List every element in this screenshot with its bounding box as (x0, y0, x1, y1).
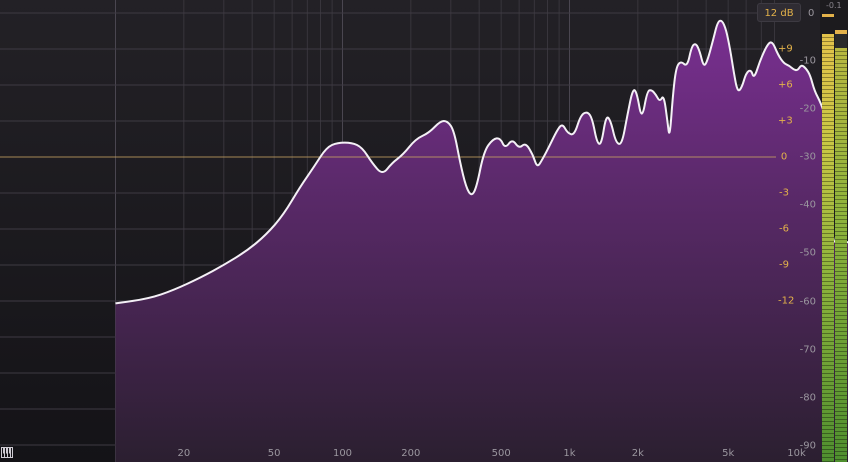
peak-hold-marker (822, 14, 834, 17)
frequency-tick-label: 1k (563, 448, 576, 459)
level-tick-label: -10 (799, 55, 816, 67)
frequency-tick-label: 20 (177, 448, 191, 459)
level-tick-label: -90 (799, 440, 816, 452)
level-tick-label: -80 (799, 392, 816, 404)
gain-tick-label: -12 (778, 295, 795, 307)
frequency-tick-label: 200 (401, 448, 421, 459)
level-tick-label: -30 (799, 151, 816, 163)
gain-tick-label: -6 (779, 223, 789, 235)
gain-tick-label: +9 (778, 43, 793, 55)
spectrum-analyzer-window: 20501002005001k2k5k10k20k +9+6+30-3-6-9-… (0, 0, 848, 462)
gain-tick-label: -9 (779, 259, 789, 271)
gain-tick-label: +6 (778, 79, 793, 91)
meter-zero-label: 0 (808, 8, 815, 19)
piano-keys-icon[interactable] (1, 447, 13, 458)
gain-tick-label: 0 (780, 151, 788, 163)
frequency-tick-label: 50 (267, 448, 281, 459)
frequency-tick-label: 2k (631, 448, 644, 459)
gain-tick-label: +3 (778, 115, 793, 127)
range-button[interactable]: 12 dB (757, 3, 801, 22)
spectrum-analyzer[interactable] (0, 0, 848, 462)
level-tick-label: -20 (799, 103, 816, 115)
level-tick-label: -40 (799, 199, 816, 211)
frequency-tick-label: 5k (722, 448, 735, 459)
level-tick-label: -60 (799, 296, 816, 308)
level-tick-label: -50 (799, 247, 816, 259)
level-meter-right-gap (835, 34, 847, 48)
peak-level-readout: -0.1 (826, 1, 842, 10)
level-meter-left (822, 34, 834, 462)
frequency-tick-label: 500 (491, 448, 511, 459)
level-meter-right (835, 48, 847, 462)
gain-tick-label: -3 (779, 187, 789, 199)
level-tick-label: -70 (799, 344, 816, 356)
frequency-tick-label: 100 (332, 448, 353, 459)
